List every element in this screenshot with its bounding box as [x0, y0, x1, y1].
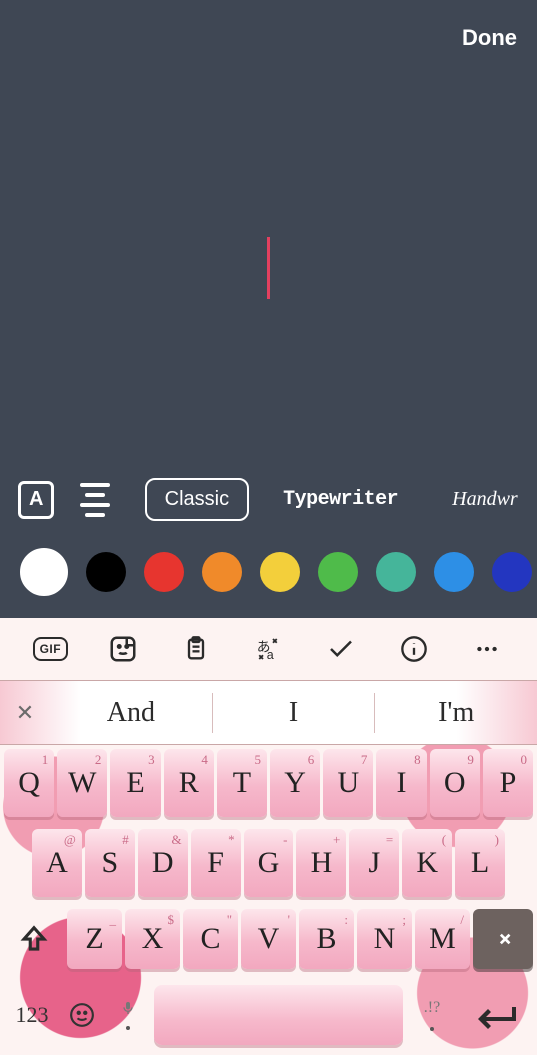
- key-h[interactable]: +H: [296, 829, 346, 897]
- color-swatch[interactable]: [86, 552, 126, 592]
- font-toolbar: A Classic Typewriter Handwr: [0, 478, 537, 521]
- color-swatch[interactable]: [376, 552, 416, 592]
- font-option-handwriting[interactable]: Handwr: [432, 478, 519, 521]
- font-option-typewriter[interactable]: Typewriter: [263, 478, 418, 521]
- key-d[interactable]: &D: [138, 829, 188, 897]
- suggestion-bar: ✕ And I I'm: [0, 680, 537, 745]
- key-r[interactable]: 4R: [164, 749, 214, 817]
- key-b[interactable]: :B: [299, 909, 354, 969]
- autoformat-button[interactable]: [321, 629, 361, 669]
- color-swatch[interactable]: [492, 552, 532, 592]
- sticker-button[interactable]: [103, 629, 143, 669]
- key-k[interactable]: (K: [402, 829, 452, 897]
- clipboard-button[interactable]: [176, 629, 216, 669]
- font-picker[interactable]: Classic Typewriter Handwr: [145, 478, 519, 521]
- key-x[interactable]: $X: [125, 909, 180, 969]
- key-y[interactable]: 6Y: [270, 749, 320, 817]
- suggestion-3[interactable]: I'm: [375, 697, 537, 729]
- suggestion-1[interactable]: And: [50, 697, 212, 729]
- key-f[interactable]: *F: [191, 829, 241, 897]
- translate-button[interactable]: あa: [248, 629, 288, 669]
- key-w[interactable]: 2W: [57, 749, 107, 817]
- key-s[interactable]: #S: [85, 829, 135, 897]
- key-o[interactable]: 9O: [430, 749, 480, 817]
- key-g[interactable]: -G: [244, 829, 294, 897]
- key-row-2: @A#S&D*F-G+H=J(K)L: [2, 829, 535, 897]
- key-n[interactable]: ;N: [357, 909, 412, 969]
- key-q[interactable]: 1Q: [4, 749, 54, 817]
- color-swatch[interactable]: [260, 552, 300, 592]
- close-suggestions-button[interactable]: ✕: [0, 681, 50, 744]
- keyboard-toolbar: GIF あa: [0, 618, 537, 680]
- done-button[interactable]: Done: [462, 25, 517, 51]
- enter-key[interactable]: [461, 985, 531, 1045]
- text-style-toggle[interactable]: A: [18, 481, 54, 519]
- color-swatch[interactable]: [434, 552, 474, 592]
- shift-key[interactable]: [4, 909, 64, 969]
- key-l[interactable]: )L: [455, 829, 505, 897]
- more-button[interactable]: [467, 629, 507, 669]
- key-m[interactable]: /M: [415, 909, 470, 969]
- svg-text:a: a: [267, 648, 274, 662]
- bottom-row: 123 .!?: [2, 981, 535, 1053]
- suggestion-2[interactable]: I: [213, 697, 375, 729]
- mic-key[interactable]: [106, 985, 150, 1045]
- emoji-key[interactable]: [62, 985, 102, 1045]
- color-picker[interactable]: [0, 552, 537, 596]
- color-swatch[interactable]: [144, 552, 184, 592]
- key-c[interactable]: "C: [183, 909, 238, 969]
- key-row-1: 1Q2W3E4R5T6Y7U8I9O0P: [2, 749, 535, 817]
- key-e[interactable]: 3E: [110, 749, 160, 817]
- backspace-key[interactable]: [473, 909, 533, 969]
- key-j[interactable]: =J: [349, 829, 399, 897]
- key-row-3: _Z$X"C'V:B;N/M: [2, 909, 535, 969]
- font-option-classic[interactable]: Classic: [145, 478, 249, 521]
- text-editor-area[interactable]: Done A Classic Typewriter Handwr: [0, 0, 537, 618]
- color-swatch[interactable]: [202, 552, 242, 592]
- key-i[interactable]: 8I: [376, 749, 426, 817]
- color-swatch[interactable]: [318, 552, 358, 592]
- key-a[interactable]: @A: [32, 829, 82, 897]
- info-button[interactable]: [394, 629, 434, 669]
- punctuation-key[interactable]: .!?: [407, 985, 457, 1045]
- key-z[interactable]: _Z: [67, 909, 122, 969]
- keyboard: GIF あa ✕ And I I'm 1Q2W3E4R5T6Y7U8I9O0P …: [0, 618, 537, 1055]
- keys-area: 1Q2W3E4R5T6Y7U8I9O0P @A#S&D*F-G+H=J(K)L …: [0, 745, 537, 1055]
- text-cursor: [267, 237, 270, 299]
- numeric-key[interactable]: 123: [6, 985, 58, 1045]
- color-swatch[interactable]: [20, 548, 68, 596]
- text-align-button[interactable]: [76, 481, 112, 519]
- key-v[interactable]: 'V: [241, 909, 296, 969]
- key-u[interactable]: 7U: [323, 749, 373, 817]
- gif-button[interactable]: GIF: [30, 629, 70, 669]
- key-p[interactable]: 0P: [483, 749, 533, 817]
- key-t[interactable]: 5T: [217, 749, 267, 817]
- spacebar[interactable]: [154, 985, 403, 1045]
